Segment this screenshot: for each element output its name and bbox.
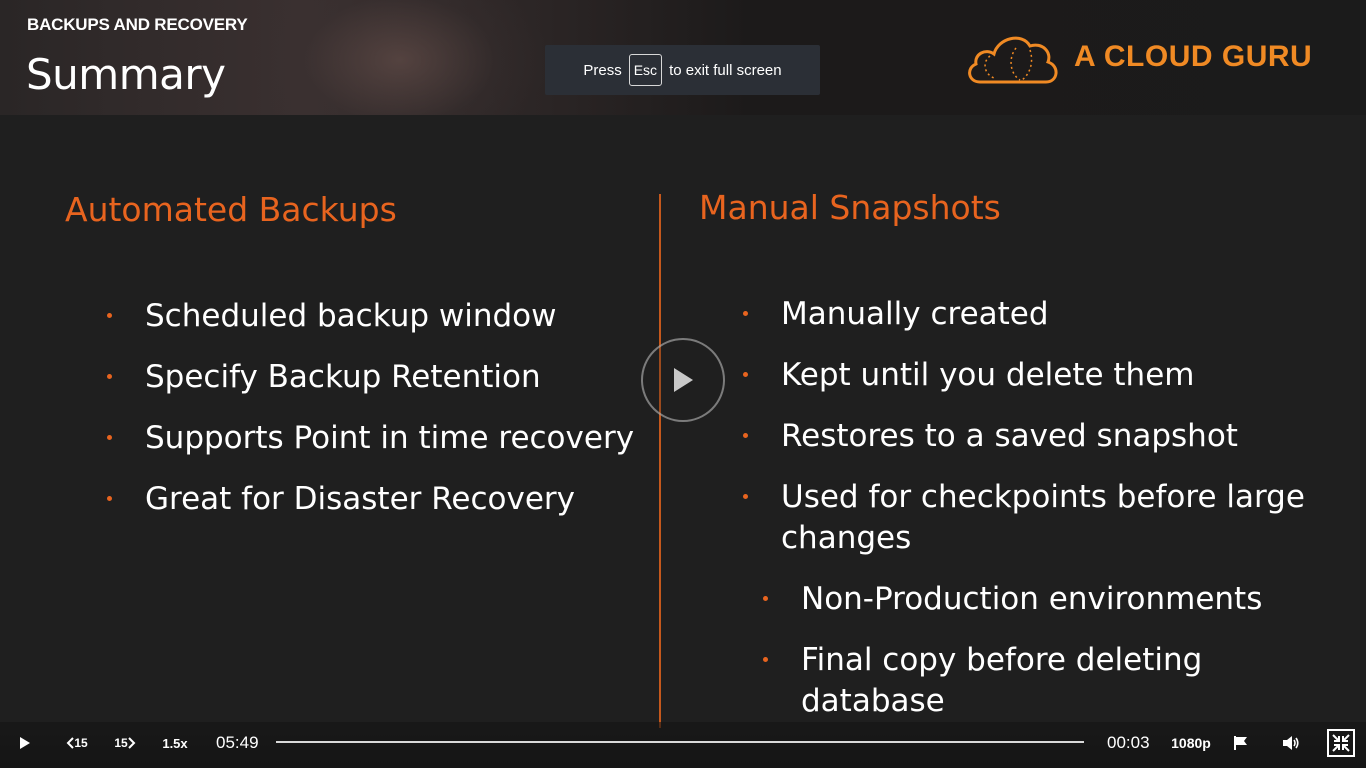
- volume-button[interactable]: [1279, 731, 1303, 755]
- play-icon: [674, 368, 693, 392]
- a-cloud-guru-logo: A CLOUD GURU: [964, 28, 1334, 88]
- header-photo: [250, 0, 550, 115]
- skip-forward-button[interactable]: 15: [110, 731, 140, 755]
- left-bullet: Specify Backup Retention: [107, 357, 541, 398]
- right-bullet: Kept until you delete them: [743, 355, 1341, 396]
- left-bullet: Supports Point in time recovery: [107, 418, 635, 459]
- right-bullet: Manually created: [743, 294, 1341, 335]
- bullet-text: Used for checkpoints before large change…: [781, 479, 1305, 556]
- bullet-dot: [743, 494, 748, 499]
- progress-bar[interactable]: [276, 741, 1084, 743]
- bullet-text: Great for Disaster Recovery: [145, 481, 575, 517]
- cloud-logo-icon: [968, 36, 1058, 84]
- volume-icon: [1283, 736, 1299, 750]
- play-button[interactable]: [12, 731, 38, 755]
- right-bullet: Restores to a saved snapshot: [743, 416, 1341, 457]
- bullet-text: Kept until you delete them: [781, 357, 1195, 393]
- right-subbullet: Non-Production environments: [763, 579, 1321, 620]
- bullet-dot: [743, 311, 748, 316]
- bullet-dot: [763, 657, 768, 662]
- bullet-text: Manually created: [781, 296, 1049, 332]
- current-time: 00:03: [1107, 733, 1150, 752]
- player-controls: [0, 722, 1366, 768]
- course-label: BACKUPS AND RECOVERY: [27, 15, 248, 34]
- left-heading: Automated Backups: [65, 190, 397, 229]
- bullet-text: Non-Production environments: [801, 581, 1263, 617]
- skip-back-label: 15: [74, 736, 88, 750]
- bullet-dot: [107, 374, 112, 379]
- quality-button[interactable]: 1080p: [1168, 731, 1214, 755]
- esc-key: Esc: [628, 54, 663, 86]
- bullet-text: Scheduled backup window: [145, 298, 557, 334]
- exit-fullscreen-icon: [1332, 734, 1350, 752]
- slide-title: Summary: [26, 50, 226, 99]
- bullet-text: Supports Point in time recovery: [145, 420, 635, 456]
- toast-suffix: to exit full screen: [669, 61, 782, 79]
- exit-fullscreen-button[interactable]: [1327, 729, 1355, 757]
- bullet-dot: [107, 496, 112, 501]
- bullet-dot: [743, 433, 748, 438]
- left-bullet: Great for Disaster Recovery: [107, 479, 575, 520]
- bullet-dot: [107, 435, 112, 440]
- remaining-time: 05:49: [216, 733, 259, 752]
- skip-back-icon: [66, 737, 75, 749]
- bullet-dot: [763, 596, 768, 601]
- report-button[interactable]: [1229, 731, 1253, 755]
- skip-back-button[interactable]: 15: [62, 731, 92, 755]
- right-subbullet: Final copy before deleting database: [763, 640, 1231, 722]
- right-heading: Manual Snapshots: [699, 188, 1001, 227]
- skip-forward-icon: [127, 737, 136, 749]
- right-bullet: Used for checkpoints before large change…: [743, 477, 1321, 559]
- left-bullet: Scheduled backup window: [107, 296, 557, 337]
- flag-icon: [1234, 736, 1247, 750]
- bullet-text: Final copy before deleting database: [801, 642, 1203, 719]
- toast-prefix: Press: [583, 61, 622, 79]
- center-play-button[interactable]: [641, 338, 725, 422]
- column-divider: [659, 194, 661, 728]
- fullscreen-toast: Press Esc to exit full screen: [545, 45, 820, 95]
- skip-forward-label: 15: [114, 736, 128, 750]
- bullet-text: Restores to a saved snapshot: [781, 418, 1238, 454]
- bullet-dot: [107, 313, 112, 318]
- bullet-text: Specify Backup Retention: [145, 359, 541, 395]
- logo-text: A CLOUD GURU: [1074, 40, 1313, 73]
- bullet-dot: [743, 372, 748, 377]
- play-icon: [20, 737, 30, 749]
- speed-button[interactable]: 1.5x: [158, 731, 192, 755]
